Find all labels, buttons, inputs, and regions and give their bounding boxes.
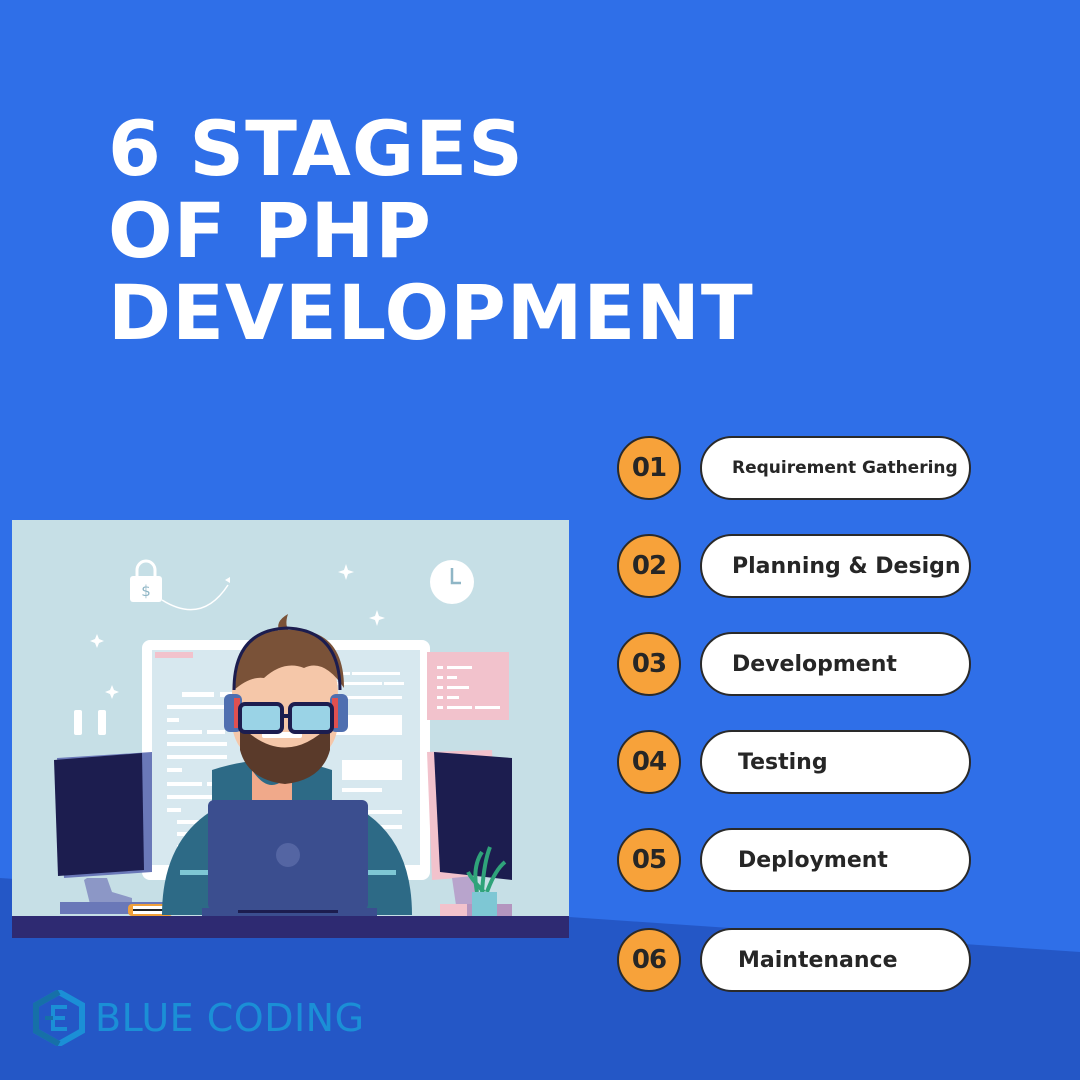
stage-label: Deployment: [700, 828, 971, 892]
stage-item-planning-design: 02 Planning & Design: [617, 534, 977, 598]
page-title: 6 STAGES OF PHP DEVELOPMENT: [108, 108, 754, 354]
brand-name: BLUE CODING: [95, 996, 365, 1040]
stage-item-testing: 04 Testing: [617, 730, 977, 794]
stage-number-badge: 04: [617, 730, 681, 794]
hexagon-e-logo-icon: [33, 990, 85, 1046]
stage-label: Development: [700, 632, 971, 696]
stage-item-deployment: 05 Deployment: [617, 828, 977, 892]
stage-label: Requirement Gathering: [700, 436, 971, 500]
brand-logo: BLUE CODING: [33, 990, 365, 1046]
stage-number-badge: 03: [617, 632, 681, 696]
developer-illustration: $: [12, 520, 569, 938]
stage-label: Planning & Design: [700, 534, 971, 598]
title-line-2: OF PHP: [108, 186, 432, 275]
stage-item-maintenance: 06 Maintenance: [617, 928, 977, 992]
title-line-1: 6 STAGES: [108, 104, 524, 193]
stage-number-badge: 01: [617, 436, 681, 500]
clock-icon: [430, 560, 474, 604]
stage-number-badge: 06: [617, 928, 681, 992]
stage-item-development: 03 Development: [617, 632, 977, 696]
laptop-icon: [202, 800, 377, 918]
title-line-3: DEVELOPMENT: [108, 268, 754, 357]
stage-number-badge: 05: [617, 828, 681, 892]
stage-label: Maintenance: [700, 928, 971, 992]
stage-label: Testing: [700, 730, 971, 794]
stage-number-badge: 02: [617, 534, 681, 598]
stage-item-requirement-gathering: 01 Requirement Gathering: [617, 436, 977, 500]
svg-text:$: $: [141, 582, 151, 600]
